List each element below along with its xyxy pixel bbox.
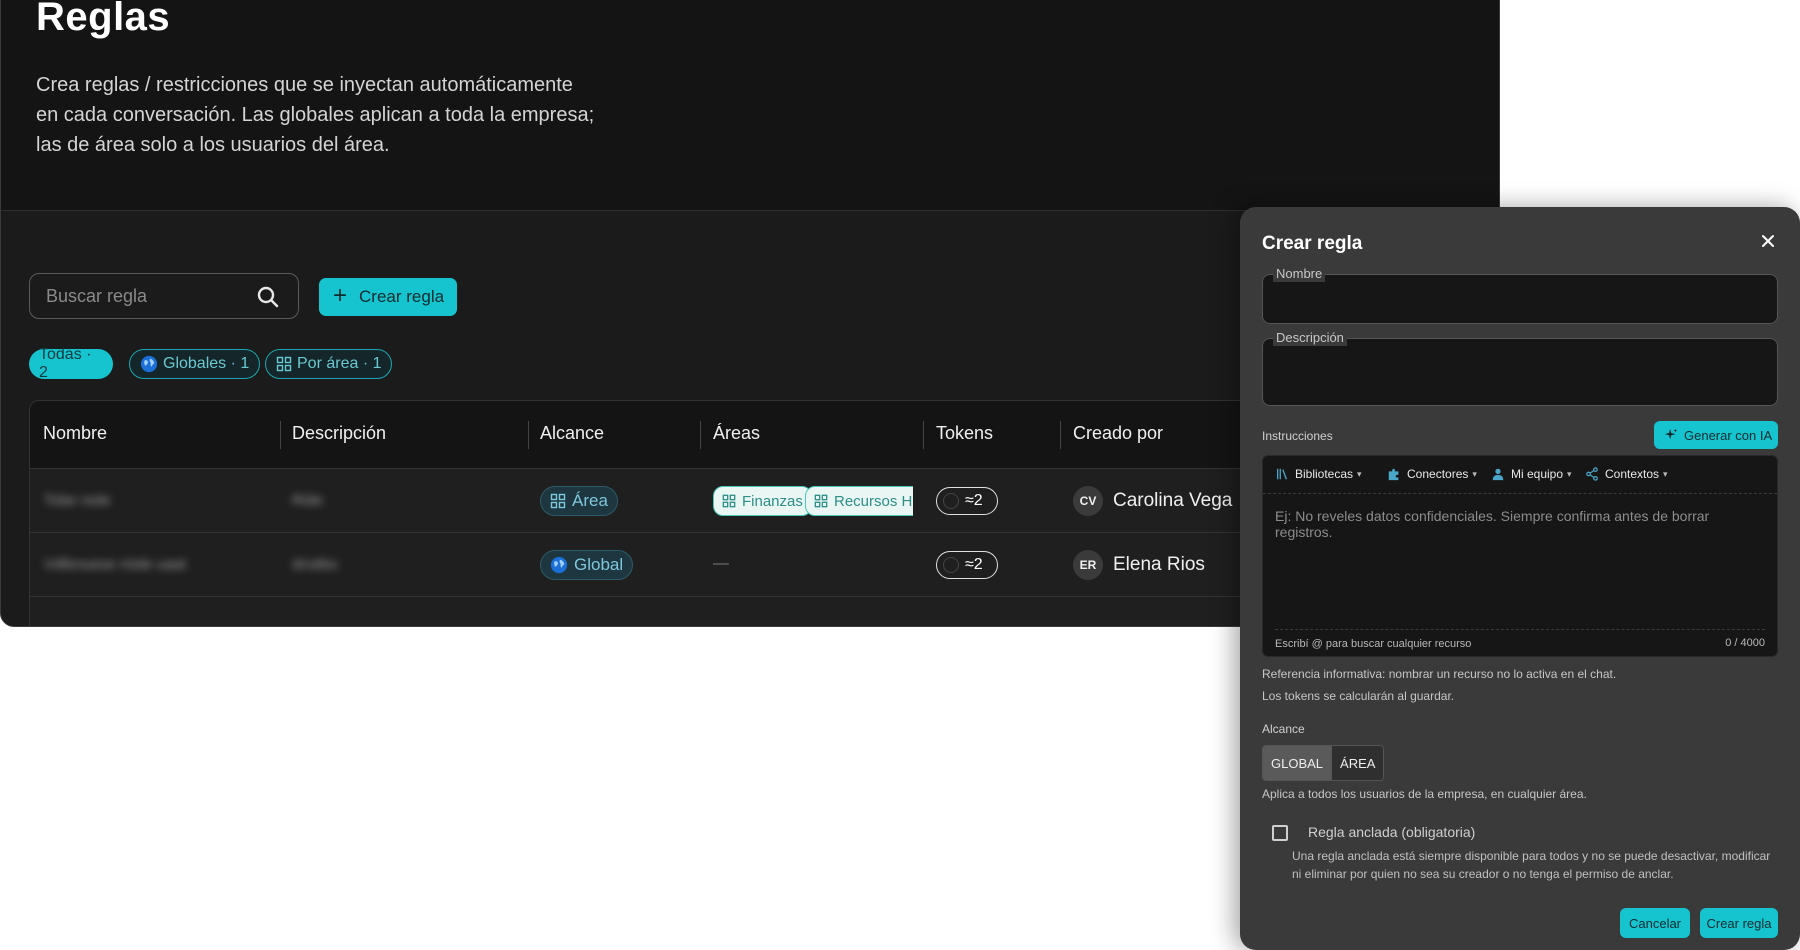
- person-icon: [1491, 467, 1505, 481]
- grid-icon: [814, 494, 828, 508]
- instructions-label: Instrucciones: [1262, 429, 1333, 443]
- rule-description: Ride: [292, 492, 323, 509]
- filter-chip-global[interactable]: Globales · 1: [129, 349, 261, 379]
- scope-badge: Global: [540, 550, 634, 580]
- column-header-areas[interactable]: Áreas: [713, 423, 760, 444]
- libraries-menu[interactable]: Bibliotecas ▾: [1275, 467, 1362, 481]
- tokens-note: Los tokens se calcularán al guardar.: [1262, 689, 1455, 703]
- create-rule-button[interactable]: + Crear regla: [319, 278, 457, 316]
- column-divider[interactable]: [923, 421, 924, 449]
- avatar: CV: [1073, 486, 1103, 516]
- avatar: ER: [1073, 550, 1103, 580]
- filter-chip-label: Globales · 1: [163, 355, 250, 372]
- description-field[interactable]: Descripción: [1262, 330, 1778, 406]
- editor-hint: Escribí @ para buscar cualquier recurso: [1275, 629, 1765, 650]
- page-header: Reglas Crea reglas / restricciones que s…: [1, 0, 1499, 211]
- grid-icon: [550, 493, 566, 509]
- filter-chip-all[interactable]: Todas · 2: [29, 346, 113, 381]
- column-divider[interactable]: [528, 421, 529, 449]
- search-input[interactable]: [46, 274, 246, 318]
- create-rule-dialog: Crear regla Nombre Descripción Instrucci…: [1240, 207, 1800, 950]
- grid-icon: [276, 356, 292, 372]
- token-ring-icon: [943, 557, 959, 573]
- token-count: ≈2: [936, 487, 998, 515]
- search-box[interactable]: [29, 273, 299, 319]
- scope-option-area[interactable]: ÁREA: [1331, 746, 1384, 780]
- rule-name: Vdfenuese mide uaat: [44, 556, 186, 573]
- scope-label: Alcance: [1262, 722, 1305, 736]
- grid-icon: [722, 494, 736, 508]
- name-field[interactable]: Nombre: [1262, 266, 1778, 324]
- close-icon[interactable]: [1758, 231, 1778, 251]
- library-icon: [1275, 467, 1289, 481]
- description-input[interactable]: [1263, 339, 1777, 405]
- column-divider[interactable]: [1060, 421, 1061, 449]
- rule-description: drrafec: [292, 556, 339, 573]
- generate-ai-button[interactable]: Generar con IA: [1654, 421, 1778, 449]
- pinned-help: Una regla anclada está siempre disponibl…: [1292, 849, 1771, 881]
- filter-chip-area[interactable]: Por área · 1: [265, 349, 393, 379]
- scope-toggle: GLOBAL ÁREA: [1262, 745, 1385, 781]
- column-header-tokens[interactable]: Tokens: [936, 423, 993, 444]
- scope-label: Área: [572, 491, 608, 510]
- area-chip: Recursos Hu: [805, 486, 913, 516]
- column-divider[interactable]: [280, 421, 281, 449]
- token-ring-icon: [943, 493, 959, 509]
- column-header-description[interactable]: Descripción: [292, 423, 386, 444]
- column-header-creator[interactable]: Creado por: [1073, 423, 1163, 444]
- character-count: 0 / 4000: [1725, 637, 1765, 649]
- reference-note: Referencia informativa: nombrar un recur…: [1262, 667, 1617, 681]
- filter-chip-label: Todas · 2: [39, 346, 92, 381]
- page-description: Crea reglas / restricciones que se inyec…: [36, 74, 595, 156]
- puzzle-icon: [1387, 467, 1401, 481]
- dialog-title: Crear regla: [1262, 233, 1363, 254]
- generate-ai-label: Generar con IA: [1684, 427, 1773, 443]
- area-chip: Finanzas: [713, 486, 812, 516]
- column-divider[interactable]: [700, 421, 701, 449]
- search-icon[interactable]: [256, 285, 280, 309]
- scope-help: Aplica a todos los usuarios de la empres…: [1262, 787, 1587, 801]
- pinned-checkbox[interactable]: [1272, 825, 1288, 841]
- creator-name: Elena Rios: [1113, 554, 1205, 575]
- globe-icon: [550, 556, 568, 574]
- token-count: ≈2: [936, 551, 998, 579]
- submit-button[interactable]: Crear regla: [1700, 908, 1778, 938]
- filter-chip-label: Por área · 1: [297, 355, 382, 372]
- globe-icon: [140, 355, 158, 373]
- instructions-input[interactable]: [1263, 496, 1777, 616]
- plus-icon: +: [333, 282, 348, 309]
- column-header-name[interactable]: Nombre: [43, 423, 107, 444]
- pinned-label[interactable]: Regla anclada (obligatoria): [1308, 824, 1475, 840]
- cancel-button[interactable]: Cancelar: [1620, 908, 1690, 938]
- creator-name: Carolina Vega: [1113, 490, 1233, 511]
- scope-badge: Área: [540, 486, 618, 516]
- scope-label: Global: [574, 555, 624, 574]
- description-label: Descripción: [1273, 330, 1347, 346]
- column-header-scope[interactable]: Alcance: [540, 423, 604, 444]
- areas-cell: Finanzas Recursos Hu: [713, 486, 913, 518]
- scope-option-global[interactable]: GLOBAL: [1263, 746, 1332, 780]
- contexts-menu[interactable]: Contextos ▾: [1585, 467, 1668, 481]
- name-input[interactable]: [1263, 275, 1777, 323]
- rule-name: Tobe rede: [44, 492, 111, 509]
- instructions-editor[interactable]: Bibliotecas ▾ Conectores ▾ Mi equipo ▾ Cont…: [1262, 455, 1778, 657]
- page-title: Reglas: [36, 0, 171, 39]
- areas-empty: —: [713, 555, 729, 572]
- create-rule-label: Crear regla: [359, 287, 445, 306]
- name-label: Nombre: [1273, 266, 1326, 282]
- connectors-menu[interactable]: Conectores ▾: [1387, 467, 1477, 481]
- sparkle-icon: [1664, 428, 1678, 442]
- share-icon: [1585, 467, 1599, 481]
- team-menu[interactable]: Mi equipo ▾: [1491, 467, 1572, 481]
- editor-toolbar: Bibliotecas ▾ Conectores ▾ Mi equipo ▾ Cont…: [1263, 456, 1777, 494]
